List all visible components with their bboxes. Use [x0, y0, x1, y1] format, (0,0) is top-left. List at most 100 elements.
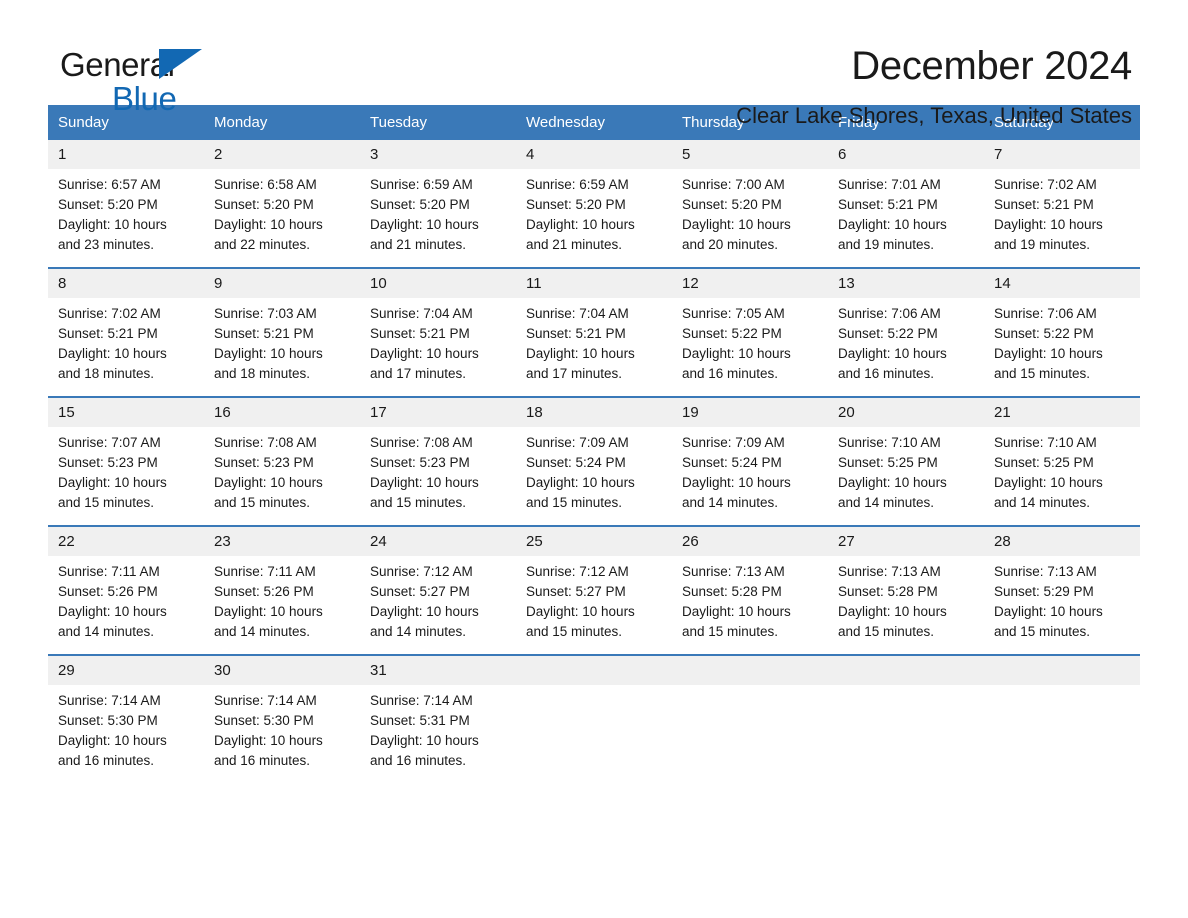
calendar-day-cell[interactable]: 5 Sunrise: 7:00 AM Sunset: 5:20 PM Daylight… [672, 140, 828, 268]
calendar-day-cell[interactable]: 31 Sunrise: 7:14 AM Sunset: 5:31 PM Dayligh… [360, 654, 516, 783]
sunset-text: Sunset: 5:30 PM [58, 713, 158, 728]
weekday-header-wednesday: Wednesday [516, 105, 672, 140]
general-blue-logo[interactable]: General Blue [60, 48, 260, 118]
calendar-cell-empty [516, 654, 672, 783]
sunrise-text: Sunrise: 7:00 AM [682, 177, 785, 192]
sunset-text: Sunset: 5:23 PM [214, 455, 314, 470]
daylight-text-line1: Daylight: 10 hours [994, 475, 1103, 490]
day-number [984, 656, 1140, 685]
sunrise-text: Sunrise: 7:04 AM [526, 306, 629, 321]
sunset-text: Sunset: 5:21 PM [994, 197, 1094, 212]
calendar-day-cell[interactable]: 12 Sunrise: 7:05 AM Sunset: 5:22 PM Dayligh… [672, 267, 828, 397]
daylight-text-line2: and 14 minutes. [214, 624, 311, 639]
daylight-text-line2: and 14 minutes. [994, 495, 1091, 510]
sunrise-text: Sunrise: 7:14 AM [370, 693, 473, 708]
sunset-text: Sunset: 5:20 PM [58, 197, 158, 212]
daylight-text-line2: and 14 minutes. [370, 624, 467, 639]
sunset-text: Sunset: 5:20 PM [526, 197, 626, 212]
day-number: 1 [48, 140, 204, 169]
daylight-text-line2: and 20 minutes. [682, 237, 779, 252]
daylight-text-line2: and 16 minutes. [58, 753, 155, 768]
calendar-day-cell[interactable]: 11 Sunrise: 7:04 AM Sunset: 5:21 PM Dayligh… [516, 267, 672, 397]
calendar-day-cell[interactable]: 1 Sunrise: 6:57 AM Sunset: 5:20 PM Daylight… [48, 140, 204, 268]
day-details: Sunrise: 7:09 AM Sunset: 5:24 PM Daylight:… [672, 427, 828, 525]
calendar-day-cell[interactable]: 29 Sunrise: 7:14 AM Sunset: 5:30 PM Dayligh… [48, 654, 204, 783]
calendar-day-cell[interactable]: 21 Sunrise: 7:10 AM Sunset: 5:25 PM Dayligh… [984, 396, 1140, 526]
daylight-text-line2: and 23 minutes. [58, 237, 155, 252]
calendar-day-cell[interactable]: 13 Sunrise: 7:06 AM Sunset: 5:22 PM Dayligh… [828, 267, 984, 397]
calendar-day-cell[interactable]: 26 Sunrise: 7:13 AM Sunset: 5:28 PM Dayligh… [672, 525, 828, 655]
day-number: 27 [828, 527, 984, 556]
calendar-day-cell[interactable]: 28 Sunrise: 7:13 AM Sunset: 5:29 PM Dayligh… [984, 525, 1140, 655]
daylight-text-line2: and 16 minutes. [214, 753, 311, 768]
calendar-day-cell[interactable]: 23 Sunrise: 7:11 AM Sunset: 5:26 PM Dayligh… [204, 525, 360, 655]
calendar-day-cell[interactable]: 30 Sunrise: 7:14 AM Sunset: 5:30 PM Dayligh… [204, 654, 360, 783]
day-details: Sunrise: 7:10 AM Sunset: 5:25 PM Daylight:… [984, 427, 1140, 525]
day-number: 9 [204, 269, 360, 298]
calendar-day-cell[interactable]: 22 Sunrise: 7:11 AM Sunset: 5:26 PM Dayligh… [48, 525, 204, 655]
calendar-day-cell[interactable]: 8 Sunrise: 7:02 AM Sunset: 5:21 PM Daylight… [48, 267, 204, 397]
day-number: 18 [516, 398, 672, 427]
day-number: 7 [984, 140, 1140, 169]
daylight-text-line1: Daylight: 10 hours [214, 604, 323, 619]
calendar-day-cell[interactable]: 16 Sunrise: 7:08 AM Sunset: 5:23 PM Dayligh… [204, 396, 360, 526]
sunset-text: Sunset: 5:29 PM [994, 584, 1094, 599]
calendar-day-cell[interactable]: 2 Sunrise: 6:58 AM Sunset: 5:20 PM Daylight… [204, 140, 360, 268]
day-number: 17 [360, 398, 516, 427]
calendar-day-cell[interactable]: 20 Sunrise: 7:10 AM Sunset: 5:25 PM Dayligh… [828, 396, 984, 526]
calendar-week-row: 8 Sunrise: 7:02 AM Sunset: 5:21 PM Daylight… [48, 267, 1140, 397]
daylight-text-line2: and 17 minutes. [526, 366, 623, 381]
sunrise-text: Sunrise: 7:12 AM [526, 564, 629, 579]
sunset-text: Sunset: 5:21 PM [58, 326, 158, 341]
calendar-day-cell[interactable]: 18 Sunrise: 7:09 AM Sunset: 5:24 PM Dayligh… [516, 396, 672, 526]
day-details: Sunrise: 7:13 AM Sunset: 5:28 PM Daylight:… [672, 556, 828, 654]
calendar-day-cell[interactable]: 3 Sunrise: 6:59 AM Sunset: 5:20 PM Daylight… [360, 140, 516, 268]
day-details: Sunrise: 6:59 AM Sunset: 5:20 PM Daylight:… [360, 169, 516, 267]
daylight-text-line1: Daylight: 10 hours [838, 346, 947, 361]
calendar-week-row: 22 Sunrise: 7:11 AM Sunset: 5:26 PM Dayligh… [48, 525, 1140, 655]
sunset-text: Sunset: 5:28 PM [838, 584, 938, 599]
sunset-text: Sunset: 5:22 PM [682, 326, 782, 341]
daylight-text-line1: Daylight: 10 hours [838, 217, 947, 232]
day-details: Sunrise: 7:00 AM Sunset: 5:20 PM Daylight:… [672, 169, 828, 267]
day-details: Sunrise: 7:12 AM Sunset: 5:27 PM Daylight:… [360, 556, 516, 654]
calendar-day-cell[interactable]: 24 Sunrise: 7:12 AM Sunset: 5:27 PM Dayligh… [360, 525, 516, 655]
sunrise-text: Sunrise: 6:57 AM [58, 177, 161, 192]
calendar-day-cell[interactable]: 27 Sunrise: 7:13 AM Sunset: 5:28 PM Dayligh… [828, 525, 984, 655]
day-details: Sunrise: 7:02 AM Sunset: 5:21 PM Daylight:… [984, 169, 1140, 267]
calendar-day-cell[interactable]: 25 Sunrise: 7:12 AM Sunset: 5:27 PM Dayligh… [516, 525, 672, 655]
sunset-text: Sunset: 5:20 PM [214, 197, 314, 212]
day-details: Sunrise: 7:01 AM Sunset: 5:21 PM Daylight:… [828, 169, 984, 267]
calendar-day-cell[interactable]: 9 Sunrise: 7:03 AM Sunset: 5:21 PM Daylight… [204, 267, 360, 397]
sunset-text: Sunset: 5:23 PM [370, 455, 470, 470]
day-details: Sunrise: 7:03 AM Sunset: 5:21 PM Daylight:… [204, 298, 360, 396]
calendar-day-cell[interactable]: 15 Sunrise: 7:07 AM Sunset: 5:23 PM Dayligh… [48, 396, 204, 526]
sunrise-text: Sunrise: 7:07 AM [58, 435, 161, 450]
calendar-day-cell[interactable]: 17 Sunrise: 7:08 AM Sunset: 5:23 PM Dayligh… [360, 396, 516, 526]
daylight-text-line1: Daylight: 10 hours [58, 475, 167, 490]
day-details: Sunrise: 7:11 AM Sunset: 5:26 PM Daylight:… [204, 556, 360, 654]
daylight-text-line1: Daylight: 10 hours [370, 217, 479, 232]
sunset-text: Sunset: 5:25 PM [994, 455, 1094, 470]
calendar-day-cell[interactable]: 6 Sunrise: 7:01 AM Sunset: 5:21 PM Daylight… [828, 140, 984, 268]
day-number: 3 [360, 140, 516, 169]
day-details-empty [828, 685, 984, 783]
sunrise-text: Sunrise: 7:13 AM [838, 564, 941, 579]
sunrise-sunset-calendar: Sunday Monday Tuesday Wednesday Thursday… [48, 105, 1140, 783]
sunset-text: Sunset: 5:21 PM [214, 326, 314, 341]
calendar-day-cell[interactable]: 19 Sunrise: 7:09 AM Sunset: 5:24 PM Dayligh… [672, 396, 828, 526]
calendar-day-cell[interactable]: 14 Sunrise: 7:06 AM Sunset: 5:22 PM Dayligh… [984, 267, 1140, 397]
daylight-text-line1: Daylight: 10 hours [526, 604, 635, 619]
day-number: 30 [204, 656, 360, 685]
daylight-text-line1: Daylight: 10 hours [682, 346, 791, 361]
calendar-day-cell[interactable]: 4 Sunrise: 6:59 AM Sunset: 5:20 PM Daylight… [516, 140, 672, 268]
sunrise-text: Sunrise: 7:08 AM [214, 435, 317, 450]
daylight-text-line1: Daylight: 10 hours [526, 475, 635, 490]
calendar-day-cell[interactable]: 10 Sunrise: 7:04 AM Sunset: 5:21 PM Dayligh… [360, 267, 516, 397]
day-number: 8 [48, 269, 204, 298]
daylight-text-line2: and 15 minutes. [682, 624, 779, 639]
sunrise-text: Sunrise: 7:13 AM [682, 564, 785, 579]
calendar-day-cell[interactable]: 7 Sunrise: 7:02 AM Sunset: 5:21 PM Daylight… [984, 140, 1140, 268]
sunset-text: Sunset: 5:20 PM [682, 197, 782, 212]
day-details: Sunrise: 7:07 AM Sunset: 5:23 PM Daylight:… [48, 427, 204, 525]
